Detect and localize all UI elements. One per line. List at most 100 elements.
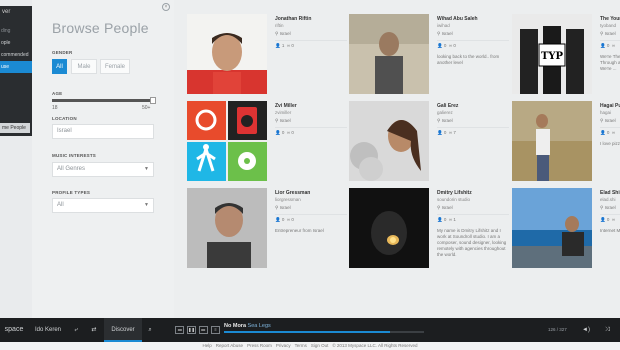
myspace-logo[interactable]: space <box>0 318 28 342</box>
person-location: ⚲ Israel <box>600 205 620 211</box>
next-icon[interactable]: ▸▸ <box>199 326 208 334</box>
follower-count: 1 <box>281 43 285 48</box>
follower-count: 0 <box>606 130 610 135</box>
music-interests-value: All Genres <box>57 166 86 172</box>
person-name[interactable]: Jonathan Riftin <box>275 16 347 22</box>
progress-bar[interactable] <box>224 331 424 333</box>
person-stats: 👤 0 ∞ 1 <box>437 214 509 223</box>
connection-icon: ∞ <box>448 43 453 48</box>
previous-icon[interactable]: ◂◂ <box>175 326 184 334</box>
drawer-item[interactable] <box>0 73 32 85</box>
drawer-item[interactable] <box>0 97 32 109</box>
connection-icon: ∞ <box>611 130 616 135</box>
svg-text:TYP: TYP <box>541 51 564 62</box>
music-interests-label: MUSIC INTERESTS <box>52 153 97 158</box>
user-icon: 👤 <box>437 130 443 135</box>
profile-types-select[interactable]: All ▼ <box>52 198 154 213</box>
filter-panel: Browse People × GENDER All Male Female A… <box>32 0 174 318</box>
connection-icon: ∞ <box>286 217 291 222</box>
location-text: Israel <box>604 118 616 123</box>
gender-all-button[interactable]: All <box>52 59 67 74</box>
location-pin-icon: ⚲ <box>437 205 441 210</box>
person-info: The Young Professionals tyoband ⚲ Israel… <box>600 16 620 72</box>
person-name[interactable]: Elad Shi <box>600 190 620 196</box>
browse-people-button[interactable]: me People <box>0 123 30 133</box>
profile-photo[interactable] <box>187 188 267 268</box>
drawer-item[interactable]: commended <box>0 49 32 61</box>
drawer-item[interactable]: use <box>0 61 32 73</box>
person-name[interactable]: Gali Erez <box>437 103 509 109</box>
profile-photo[interactable] <box>349 14 429 94</box>
navigation-drawer: ver ding ople commended use <box>0 6 32 136</box>
drawer-item[interactable]: ding <box>0 25 32 37</box>
follower-count: 0 <box>606 217 610 222</box>
person-name[interactable]: Wihad Abu Saleh <box>437 16 509 22</box>
person-name[interactable]: The Young Professionals <box>600 16 620 22</box>
user-icon: 👤 <box>600 217 606 222</box>
person-handle: liorgressman <box>275 197 301 202</box>
search-icon[interactable]: ⌕ <box>143 318 157 342</box>
pause-icon[interactable]: ❚❚ <box>187 326 196 334</box>
profile-photo[interactable] <box>512 101 592 181</box>
person-info: Jonathan Riftin riftin ⚲ Israel 👤 1 ∞ 0 <box>275 16 347 54</box>
footer-link[interactable]: Help <box>203 343 212 348</box>
person-handle: tyoband <box>600 23 617 28</box>
footer-link[interactable]: Report Abuse <box>216 343 243 348</box>
music-interests-select[interactable]: All Genres ▼ <box>52 162 154 177</box>
profile-types-value: All <box>57 202 64 208</box>
location-pin-icon: ⚲ <box>437 31 441 36</box>
location-text: Israel <box>604 31 616 36</box>
person-bio: We're The Young Professionals. Through a… <box>600 54 620 71</box>
drawer-item[interactable] <box>0 85 32 97</box>
track-artist[interactable]: Sea Legs <box>248 323 271 329</box>
location-input[interactable]: Israel <box>52 124 154 139</box>
profile-photo[interactable] <box>349 188 429 268</box>
location-pin-icon: ⚲ <box>275 31 279 36</box>
person-info: Gali Erez galierez ⚲ Israel 👤 0 ∞ 7 <box>437 103 509 141</box>
gender-male-button[interactable]: Male <box>71 59 97 74</box>
person-bio: I love pizza <box>600 141 620 146</box>
footer-link[interactable]: Press Room <box>247 343 272 348</box>
connection-icon: ∞ <box>611 43 616 48</box>
close-icon[interactable]: × <box>162 3 170 11</box>
person-handle: hagai <box>600 110 612 115</box>
location-pin-icon: ⚲ <box>600 205 604 210</box>
person-location: ⚲ Israel <box>437 118 509 124</box>
person-stats: 👤 0 ∞ 0 <box>275 214 347 223</box>
age-min: 18 <box>52 105 58 111</box>
volume-icon[interactable]: ◄) <box>580 318 592 342</box>
footer-link[interactable]: Terms <box>295 343 307 348</box>
profile-photo[interactable] <box>349 101 429 181</box>
user-icon: 👤 <box>275 43 281 48</box>
person-name[interactable]: Dmitry Lifshitz <box>437 190 509 196</box>
connection-count: 0 <box>291 217 294 222</box>
profile-photo[interactable]: TYP <box>512 14 592 94</box>
queue-icon[interactable]: ≡ <box>211 326 220 334</box>
footer-link[interactable]: Privacy <box>276 343 291 348</box>
person-name[interactable]: Hagai Pu <box>600 103 620 109</box>
gender-female-button[interactable]: Female <box>100 59 130 74</box>
gender-label: GENDER <box>52 50 73 55</box>
user-profile-link[interactable]: Ido Keren <box>30 318 66 342</box>
person-handle: galierez <box>437 110 453 115</box>
footer-link[interactable]: Sign Out <box>311 343 329 348</box>
location-pin-icon: ⚲ <box>600 118 604 123</box>
connections-icon[interactable]: ⇄ <box>88 318 100 342</box>
person-info: Wihad Abu Saleh iwihad ⚲ Israel 👤 0 ∞ 0 … <box>437 16 509 66</box>
back-icon[interactable]: ⤶ <box>70 318 82 342</box>
person-name[interactable]: Zvi Miller <box>275 103 347 109</box>
person-location: ⚲ Israel <box>275 118 347 124</box>
profile-photo[interactable] <box>187 101 267 181</box>
age-slider-track[interactable] <box>52 99 154 102</box>
drawer-item[interactable]: ople <box>0 37 32 49</box>
discover-tab[interactable]: Discover <box>104 318 142 342</box>
profile-photo[interactable] <box>512 188 592 268</box>
person-handle: iwihad <box>437 23 450 28</box>
connection-count: 0 <box>291 130 294 135</box>
age-slider-handle[interactable] <box>150 97 156 104</box>
person-name[interactable]: Lior Gressman <box>275 190 347 196</box>
profile-photo[interactable] <box>187 14 267 94</box>
person-handle: zvimiller <box>275 110 292 115</box>
shuffle-icon[interactable]: ⤨ <box>600 318 614 342</box>
now-playing: No Mora Sea Legs <box>224 323 271 329</box>
